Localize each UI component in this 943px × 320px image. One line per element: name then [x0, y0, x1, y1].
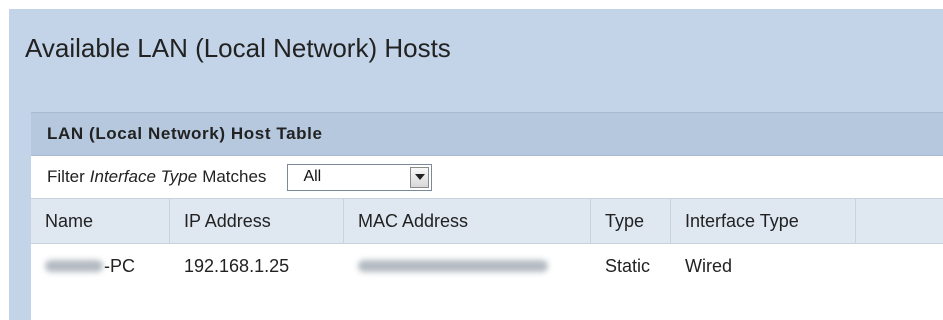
chevron-down-icon[interactable]: [410, 166, 430, 188]
column-header-row: Name IP Address MAC Address Type Interfa…: [31, 199, 943, 244]
redacted-mac: [358, 260, 548, 272]
filter-prefix-label: Filter: [47, 167, 85, 186]
filter-suffix-label: Matches: [202, 167, 267, 186]
column-header-type[interactable]: Type: [591, 199, 671, 243]
column-header-name[interactable]: Name: [31, 199, 170, 243]
redacted-name: [45, 260, 103, 272]
host-name-cell: -PC: [31, 244, 170, 288]
column-header-interface-type[interactable]: Interface Type: [671, 199, 856, 243]
type-cell: Static: [605, 255, 651, 276]
content-panel: Available LAN (Local Network) Hosts LAN …: [9, 9, 943, 320]
table-title: LAN (Local Network) Host Table: [31, 112, 943, 156]
filter-field-label: Interface Type: [89, 167, 198, 186]
filter-row: Filter Interface Type Matches All: [31, 156, 943, 199]
interface-type-cell: Wired: [685, 255, 733, 276]
ip-address-cell: 192.168.1.25: [184, 255, 290, 276]
select-value: All: [303, 168, 322, 185]
table-row: -PC 192.168.1.25 Static Wired: [31, 244, 943, 288]
column-header-ip[interactable]: IP Address: [170, 199, 344, 243]
column-header-mac[interactable]: MAC Address: [344, 199, 591, 243]
host-name-suffix: -PC: [104, 255, 135, 276]
host-table: LAN (Local Network) Host Table Filter In…: [31, 112, 943, 320]
mac-address-cell: [344, 244, 591, 288]
interface-type-select[interactable]: All: [287, 163, 433, 191]
page-title: Available LAN (Local Network) Hosts: [25, 33, 451, 63]
column-header-blank: [856, 199, 943, 243]
